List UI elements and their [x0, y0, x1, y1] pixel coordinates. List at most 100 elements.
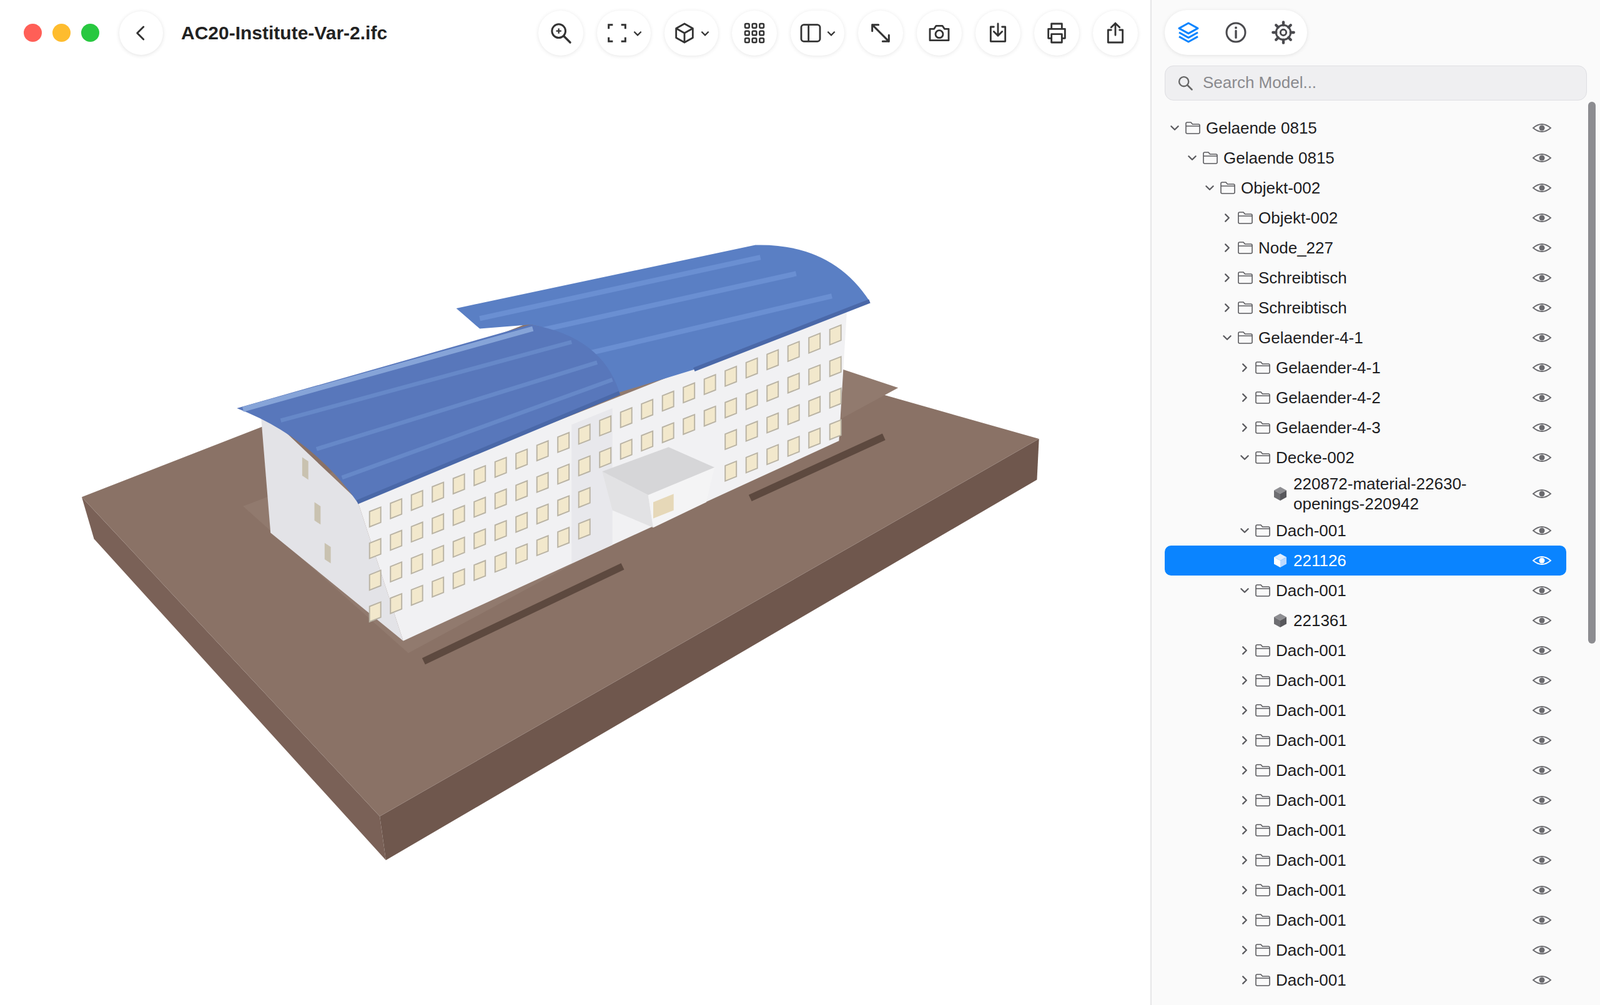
- expand-toggle[interactable]: [1238, 944, 1251, 957]
- visibility-toggle[interactable]: [1531, 853, 1553, 868]
- expand-toggle[interactable]: [1185, 152, 1199, 164]
- panel-tab[interactable]: [1263, 12, 1304, 53]
- panel-tab[interactable]: [1215, 12, 1256, 53]
- frame-button[interactable]: [597, 10, 651, 56]
- tree-row[interactable]: Decke-002: [1164, 442, 1567, 473]
- visibility-toggle[interactable]: [1531, 733, 1553, 748]
- visibility-toggle[interactable]: [1531, 487, 1553, 501]
- visibility-toggle[interactable]: [1531, 360, 1553, 375]
- tree-row[interactable]: Objekt-002: [1164, 172, 1567, 203]
- expand-toggle[interactable]: [1238, 914, 1251, 927]
- tree-row[interactable]: Gelaender-4-1: [1164, 352, 1567, 383]
- model-viewport[interactable]: [0, 65, 1151, 1005]
- visibility-toggle[interactable]: [1531, 823, 1553, 838]
- screenshot-button[interactable]: [916, 10, 962, 56]
- tree-row[interactable]: Dach-001: [1164, 755, 1567, 786]
- tree-row[interactable]: Dach-001: [1164, 725, 1567, 756]
- visibility-toggle[interactable]: [1531, 121, 1553, 135]
- search-input[interactable]: [1201, 69, 1587, 96]
- scroll-thumb[interactable]: [1588, 101, 1596, 644]
- search-field[interactable]: [1164, 65, 1587, 101]
- minimize-button[interactable]: [52, 23, 71, 42]
- tree-row[interactable]: Objekt-002: [1164, 202, 1567, 233]
- expand-toggle[interactable]: [1220, 332, 1234, 344]
- tree-row[interactable]: Dach-001: [1164, 575, 1567, 606]
- visibility-toggle[interactable]: [1531, 523, 1553, 538]
- expand-toggle[interactable]: [1238, 675, 1251, 687]
- visibility-toggle[interactable]: [1531, 883, 1553, 898]
- tree-row[interactable]: 220872-material-22630-openings-220942: [1164, 472, 1567, 516]
- tree-row[interactable]: Dach-001: [1164, 785, 1567, 816]
- grid-button[interactable]: [731, 10, 777, 56]
- expand-toggle[interactable]: [1203, 182, 1216, 194]
- expand-toggle[interactable]: [1220, 302, 1234, 314]
- share-button[interactable]: [1092, 10, 1138, 56]
- expand-toggle[interactable]: [1220, 212, 1234, 224]
- back-button[interactable]: [119, 11, 163, 55]
- visibility-toggle[interactable]: [1531, 271, 1553, 285]
- visibility-toggle[interactable]: [1531, 330, 1553, 345]
- expand-toggle[interactable]: [1238, 362, 1251, 374]
- tree-row[interactable]: Gelaende 0815: [1164, 143, 1567, 173]
- tree-row[interactable]: 221126: [1164, 545, 1567, 576]
- tree-row[interactable]: Schreibtisch: [1164, 262, 1567, 293]
- panel-tab[interactable]: [1168, 12, 1209, 53]
- visibility-toggle[interactable]: [1531, 241, 1553, 255]
- tree-row[interactable]: Dach-001: [1164, 695, 1567, 726]
- tree-row[interactable]: Dach-001: [1164, 515, 1567, 546]
- tree-row[interactable]: Dach-001: [1164, 635, 1567, 666]
- expand-toggle[interactable]: [1238, 525, 1251, 537]
- tree-row[interactable]: Dach-001: [1164, 875, 1567, 906]
- zoom-search-button[interactable]: [538, 10, 584, 56]
- tree-row[interactable]: Gelaende 0815: [1164, 113, 1567, 144]
- tree-row[interactable]: Gelaender-4-2: [1164, 382, 1567, 413]
- expand-toggle[interactable]: [1238, 974, 1251, 987]
- tree-row[interactable]: Gelaender-4-1: [1164, 322, 1567, 353]
- visibility-toggle[interactable]: [1531, 913, 1553, 928]
- visibility-toggle[interactable]: [1531, 943, 1553, 958]
- expand-toggle[interactable]: [1238, 585, 1251, 597]
- expand-toggle[interactable]: [1220, 242, 1234, 254]
- building-model[interactable]: [0, 65, 1151, 1005]
- visibility-toggle[interactable]: [1531, 793, 1553, 808]
- expand-toggle[interactable]: [1238, 795, 1251, 807]
- view-cube-button[interactable]: [664, 10, 719, 56]
- visibility-toggle[interactable]: [1531, 211, 1553, 225]
- expand-toggle[interactable]: [1238, 854, 1251, 867]
- visibility-toggle[interactable]: [1531, 763, 1553, 778]
- close-button[interactable]: [23, 23, 42, 42]
- print-button[interactable]: [1034, 10, 1080, 56]
- tree-row[interactable]: Node_227: [1164, 232, 1567, 263]
- expand-toggle[interactable]: [1238, 392, 1251, 404]
- tree-row[interactable]: Schreibtisch: [1164, 292, 1567, 323]
- expand-toggle[interactable]: [1238, 452, 1251, 464]
- expand-toggle[interactable]: [1238, 824, 1251, 837]
- expand-toggle[interactable]: [1220, 272, 1234, 284]
- expand-toggle[interactable]: [1238, 765, 1251, 777]
- scrollbar[interactable]: [1588, 101, 1596, 1005]
- visibility-toggle[interactable]: [1531, 613, 1553, 628]
- expand-toggle[interactable]: [1238, 422, 1251, 434]
- visibility-toggle[interactable]: [1531, 643, 1553, 658]
- visibility-toggle[interactable]: [1531, 301, 1553, 315]
- tree-row[interactable]: Gelaender-4-3: [1164, 412, 1567, 443]
- visibility-toggle[interactable]: [1531, 583, 1553, 598]
- tree-row[interactable]: Dach-001: [1164, 905, 1567, 936]
- visibility-toggle[interactable]: [1531, 450, 1553, 465]
- visibility-toggle[interactable]: [1531, 973, 1553, 988]
- expand-toggle[interactable]: [1238, 705, 1251, 717]
- fit-button[interactable]: [858, 10, 904, 56]
- visibility-toggle[interactable]: [1531, 703, 1553, 718]
- visibility-toggle[interactable]: [1531, 151, 1553, 165]
- expand-toggle[interactable]: [1238, 884, 1251, 897]
- tree-row[interactable]: Dach-001: [1164, 845, 1567, 876]
- visibility-toggle[interactable]: [1531, 390, 1553, 405]
- download-button[interactable]: [975, 10, 1021, 56]
- expand-toggle[interactable]: [1168, 122, 1181, 134]
- tree-row[interactable]: Dach-001: [1164, 815, 1567, 846]
- tree-row[interactable]: Dach-001: [1164, 965, 1567, 996]
- expand-toggle[interactable]: [1238, 645, 1251, 657]
- visibility-toggle[interactable]: [1531, 673, 1553, 688]
- tree-row[interactable]: Dach-001: [1164, 665, 1567, 696]
- tree-row[interactable]: Dach-001: [1164, 935, 1567, 966]
